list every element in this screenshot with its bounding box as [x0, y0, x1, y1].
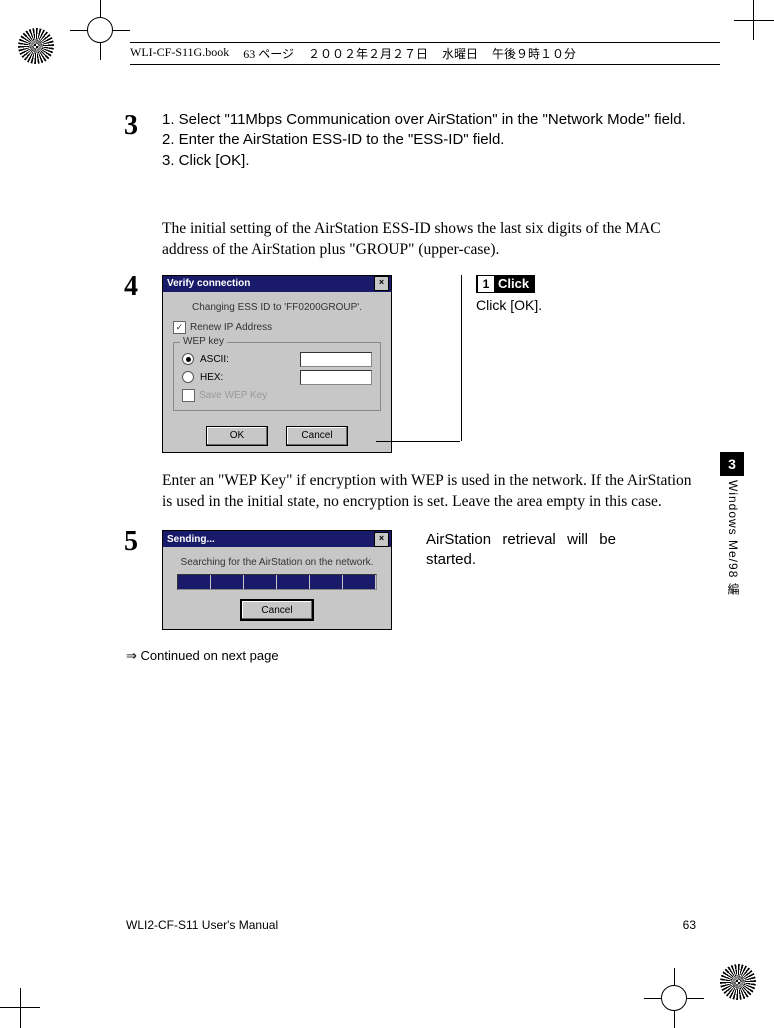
- hex-input[interactable]: [300, 370, 372, 385]
- step-3: 3 1. Select "11Mbps Communication over A…: [126, 110, 696, 171]
- registration-sunburst-icon: [720, 964, 756, 1000]
- dialog-body: Changing ESS ID to 'FF0200GROUP'. ✓ Rene…: [163, 292, 391, 452]
- save-wep-checkbox[interactable]: [182, 389, 195, 402]
- registration-mark-icon: [70, 0, 130, 60]
- print-header: WLI-CF-S11G.book 63 ページ ２００２年２月２７日 水曜日 午…: [130, 42, 720, 65]
- wep-key-note: Enter an "WEP Key" if encryption with WE…: [162, 471, 696, 513]
- renew-ip-checkbox-row: ✓ Renew IP Address: [173, 321, 381, 334]
- header-weekday: 水曜日: [442, 45, 478, 62]
- ascii-label: ASCII:: [200, 354, 229, 365]
- click-badge: Click: [476, 275, 535, 293]
- continued-note: ⇒ Continued on next page: [126, 648, 696, 664]
- step-3-body: 1. Select "11Mbps Communication over Air…: [162, 110, 696, 171]
- changing-essid-text: Changing ESS ID to 'FF0200GROUP'.: [173, 302, 381, 313]
- step-number: 5: [124, 526, 138, 558]
- wep-key-group: WEP key ASCII: HEX:: [173, 342, 381, 411]
- retrieval-text: AirStation retrieval will be started.: [426, 530, 616, 569]
- step-number: 3: [124, 110, 138, 142]
- registration-mark-icon: [644, 968, 704, 1028]
- sending-dialog: Sending... × Searching for the AirStatio…: [162, 530, 392, 630]
- crop-mark-icon: [0, 988, 40, 1028]
- page: WLI-CF-S11G.book 63 ページ ２００２年２月２７日 水曜日 午…: [0, 0, 774, 1028]
- step-number: 4: [124, 271, 138, 303]
- cancel-button[interactable]: Cancel: [240, 599, 314, 621]
- verify-connection-dialog: Verify connection × Changing ESS ID to '…: [162, 275, 392, 453]
- essid-note: The initial setting of the AirStation ES…: [162, 219, 696, 261]
- hex-label: HEX:: [200, 372, 223, 383]
- manual-title: WLI2-CF-S11 User's Manual: [126, 918, 278, 932]
- close-icon[interactable]: ×: [374, 532, 389, 547]
- chapter-tab: 3: [720, 452, 744, 476]
- searching-text: Searching for the AirStation on the netw…: [163, 557, 391, 568]
- chapter-title: Windows Me/98 編: [725, 480, 742, 596]
- dialog-titlebar: Verify connection ×: [163, 276, 391, 292]
- ascii-radio[interactable]: [182, 353, 194, 365]
- step-4: 4 Verify connection × Changing ESS ID to…: [126, 275, 696, 453]
- step-3-line2: 2. Enter the AirStation ESS-ID to the "E…: [162, 130, 696, 150]
- save-wep-label: Save WEP Key: [199, 390, 267, 401]
- renew-ip-checkbox[interactable]: ✓: [173, 321, 186, 334]
- header-date: ２００２年２月２７日: [308, 45, 428, 62]
- dialog-title: Sending...: [167, 534, 215, 545]
- page-number: 63: [683, 918, 696, 932]
- header-page: 63 ページ: [243, 45, 294, 62]
- ascii-input[interactable]: [300, 352, 372, 367]
- close-icon[interactable]: ×: [374, 276, 389, 291]
- step-3-line1: 1. Select "11Mbps Communication over Air…: [162, 110, 696, 130]
- wep-key-group-label: WEP key: [180, 336, 227, 347]
- content-column: 3 1. Select "11Mbps Communication over A…: [126, 110, 696, 664]
- header-book: WLI-CF-S11G.book: [130, 45, 229, 62]
- step-5: 5 Sending... × Searching for the AirStat…: [126, 530, 696, 630]
- renew-ip-label: Renew IP Address: [190, 322, 272, 333]
- progress-bar: [177, 574, 377, 590]
- ok-button[interactable]: OK: [206, 426, 268, 446]
- footer: WLI2-CF-S11 User's Manual 63: [126, 918, 696, 932]
- dialog-titlebar: Sending... ×: [163, 531, 391, 547]
- registration-sunburst-icon: [18, 28, 54, 64]
- click-ok-label: Click [OK].: [476, 297, 542, 313]
- cancel-button[interactable]: Cancel: [286, 426, 348, 446]
- step-3-line3: 3. Click [OK].: [162, 151, 696, 171]
- crop-mark-icon: [734, 0, 774, 40]
- click-callout: Click Click [OK].: [476, 275, 542, 313]
- hex-radio[interactable]: [182, 371, 194, 383]
- header-time: 午後９時１０分: [492, 45, 576, 62]
- dialog-title: Verify connection: [167, 278, 250, 289]
